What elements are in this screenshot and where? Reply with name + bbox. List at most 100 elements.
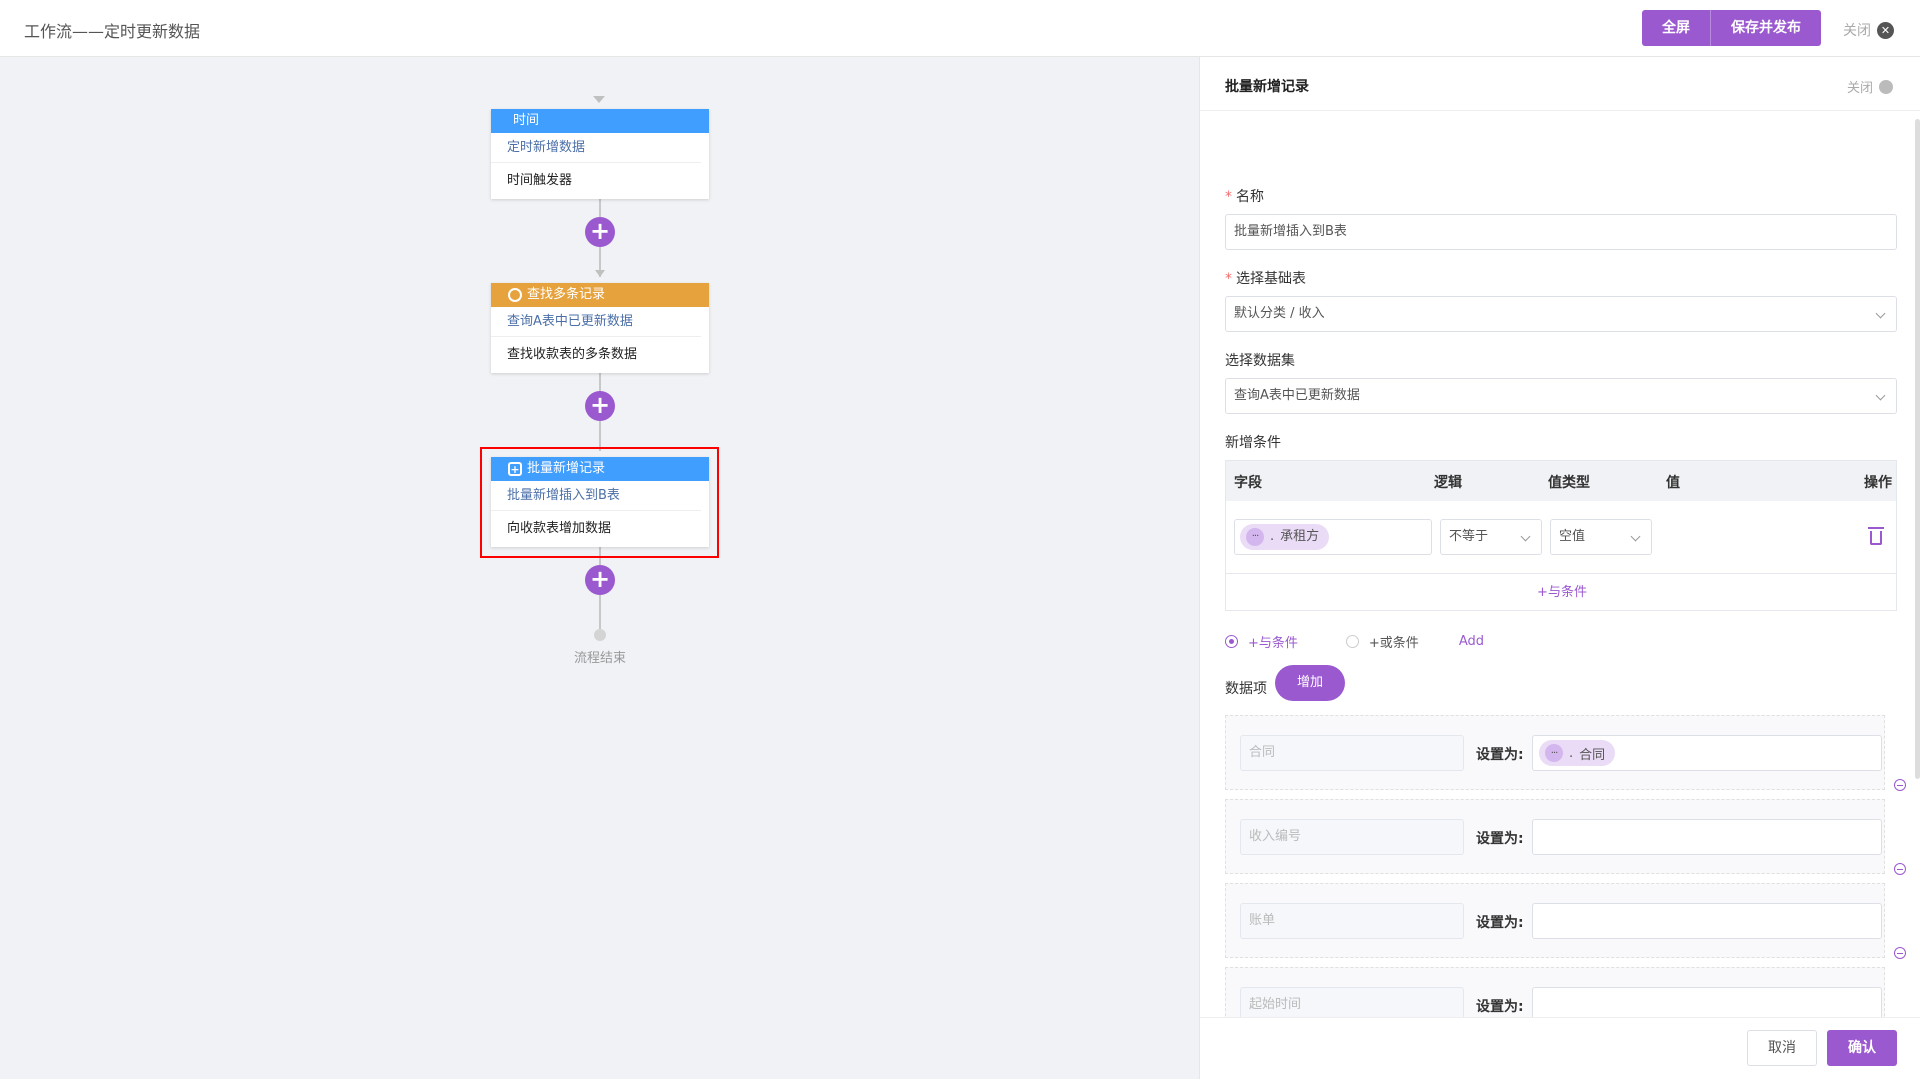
data-item-row: 起始时间 设置为: <box>1225 967 1885 1017</box>
field-tag-separator: . <box>1270 529 1275 544</box>
radio-and-label[interactable]: +与条件 <box>1248 632 1298 651</box>
panel-footer: 取消 确认 <box>1200 1017 1920 1079</box>
save-publish-button[interactable]: 保存并发布 <box>1710 10 1821 46</box>
col-action: 操作 <box>1864 475 1892 491</box>
page-title: 工作流——定时更新数据 <box>24 22 201 41</box>
remove-item-icon[interactable] <box>1894 779 1906 791</box>
node-name: 定时新增数据 <box>491 133 701 163</box>
panel-close-label: 关闭 <box>1847 81 1874 96</box>
flow-node-find-records[interactable]: 查找多条记录 查询A表中已更新数据 查找收款表的多条数据 <box>491 283 709 373</box>
value-tag: ··· . 合同 <box>1539 740 1616 766</box>
cancel-button[interactable]: 取消 <box>1747 1030 1817 1066</box>
close-icon <box>1879 79 1894 94</box>
data-item-field: 账单 <box>1240 903 1464 939</box>
node-desc: 时间触发器 <box>507 173 573 188</box>
data-item-field: 合同 <box>1240 735 1464 771</box>
logic-value: 不等于 <box>1449 529 1489 544</box>
node-desc: 向收款表增加数据 <box>507 521 612 536</box>
remove-item-icon[interactable] <box>1894 947 1906 959</box>
col-logic: 逻辑 <box>1434 475 1462 491</box>
data-item-row: 账单 设置为: <box>1225 883 1885 958</box>
add-node-button[interactable]: + <box>585 565 615 595</box>
flow-end-label: 流程结束 <box>573 651 626 666</box>
value-tag-separator: . <box>1569 745 1574 761</box>
flow-start-arrow-icon <box>593 96 605 103</box>
radio-or-label[interactable]: +或条件 <box>1369 632 1419 651</box>
chevron-down-icon <box>1630 531 1641 542</box>
add-node-button[interactable]: + <box>585 217 615 247</box>
value-tag-label: 合同 <box>1579 747 1606 763</box>
more-icon: ··· <box>1246 528 1264 546</box>
radio-or[interactable] <box>1345 635 1359 648</box>
condition-mode-radios: +与条件 +或条件 Add <box>1225 632 1484 651</box>
chevron-down-icon <box>1520 531 1531 542</box>
panel-title: 批量新增记录 <box>1225 79 1309 95</box>
data-item-field: 起始时间 <box>1240 987 1464 1017</box>
node-name: 批量新增插入到B表 <box>491 481 701 511</box>
node-type-header: 时间 <box>491 109 709 133</box>
node-type-label: 时间 <box>513 113 540 128</box>
data-item-field: 收入编号 <box>1240 819 1464 855</box>
close-icon: ✕ <box>1877 21 1894 39</box>
name-input[interactable]: 批量新增插入到B表 <box>1225 214 1897 250</box>
node-type-label: 查找多条记录 <box>527 287 606 302</box>
panel-body: * 名称 批量新增插入到B表 * 选择基础表 默认分类 / 收入 选择数据集 查询A… <box>1200 112 1920 1017</box>
col-value-type: 值类型 <box>1548 475 1590 491</box>
panel-header: 批量新增记录 关闭 <box>1200 57 1920 111</box>
add-data-item-button[interactable]: 增加 <box>1275 665 1345 701</box>
chevron-down-icon <box>1875 390 1886 401</box>
top-bar: 工作流——定时更新数据 全屏 保存并发布 关闭 ✕ <box>0 0 1920 57</box>
base-table-select[interactable]: 默认分类 / 收入 <box>1225 296 1897 332</box>
dataset-select[interactable]: 查询A表中已更新数据 <box>1225 378 1897 414</box>
trash-icon[interactable] <box>1868 527 1884 545</box>
node-config-panel: 批量新增记录 关闭 * 名称 批量新增插入到B表 * 选择基础表 默认分类 / 收入… <box>1199 57 1920 1079</box>
conditions-label: 新增条件 <box>1225 435 1281 451</box>
fullscreen-button[interactable]: 全屏 <box>1642 10 1710 46</box>
flow-node-trigger[interactable]: 时间 定时新增数据 时间触发器 <box>491 109 709 199</box>
conditions-table-header: 字段 逻辑 值类型 值 操作 <box>1226 461 1896 501</box>
header-button-group: 全屏 保存并发布 <box>1642 10 1821 46</box>
data-item-value-input[interactable] <box>1532 819 1882 855</box>
remove-item-icon[interactable] <box>1894 863 1906 875</box>
panel-scrollbar[interactable] <box>1915 119 1920 779</box>
add-and-condition-link[interactable]: +与条件 <box>1226 581 1898 600</box>
add-record-icon: + <box>508 462 522 476</box>
set-as-label: 设置为: <box>1476 999 1524 1015</box>
dataset-label: 选择数据集 <box>1225 353 1295 369</box>
chevron-down-icon <box>1875 308 1886 319</box>
name-label: * 名称 <box>1225 189 1264 205</box>
base-table-value: 默认分类 / 收入 <box>1234 306 1325 321</box>
node-desc: 查找收款表的多条数据 <box>507 347 638 362</box>
more-icon: ··· <box>1545 744 1563 762</box>
set-as-label: 设置为: <box>1476 831 1524 847</box>
flow-node-batch-add[interactable]: + 批量新增记录 批量新增插入到B表 向收款表增加数据 <box>491 457 709 547</box>
close-label: 关闭 <box>1843 23 1871 39</box>
search-icon <box>508 288 522 302</box>
base-table-label: * 选择基础表 <box>1225 271 1306 287</box>
radio-and[interactable] <box>1225 635 1238 648</box>
add-node-button[interactable]: + <box>585 391 615 421</box>
conditions-table: 字段 逻辑 值类型 值 操作 ··· . 承租方 不等于 空值 +与条件 <box>1225 460 1897 611</box>
condition-field-select[interactable]: ··· . 承租方 <box>1234 519 1432 555</box>
set-as-label: 设置为: <box>1476 747 1524 763</box>
node-type-header: 查找多条记录 <box>491 283 709 307</box>
condition-logic-select[interactable]: 不等于 <box>1440 519 1542 555</box>
node-type-header: + 批量新增记录 <box>491 457 709 481</box>
confirm-button[interactable]: 确认 <box>1827 1030 1897 1066</box>
col-value: 值 <box>1666 475 1680 491</box>
set-as-label: 设置为: <box>1476 915 1524 931</box>
field-tag: ··· . 承租方 <box>1240 524 1330 550</box>
flow-canvas: 时间 定时新增数据 时间触发器 + 查找多条记录 查询A表中已更新数据 查找收款… <box>0 57 1199 1079</box>
data-item-value-input[interactable] <box>1532 987 1882 1017</box>
divider <box>1226 573 1896 574</box>
close-button[interactable]: 关闭 ✕ <box>1843 20 1894 40</box>
data-item-value-input[interactable] <box>1532 903 1882 939</box>
add-link[interactable]: Add <box>1459 634 1484 649</box>
condition-value-type-select[interactable]: 空值 <box>1550 519 1652 555</box>
node-type-label: 批量新增记录 <box>527 461 606 476</box>
col-field: 字段 <box>1234 475 1262 491</box>
arrow-down-icon <box>595 270 605 277</box>
data-items-label: 数据项 <box>1225 681 1267 697</box>
data-item-value-input[interactable]: ··· . 合同 <box>1532 735 1882 771</box>
panel-close-button[interactable]: 关闭 <box>1847 77 1894 96</box>
